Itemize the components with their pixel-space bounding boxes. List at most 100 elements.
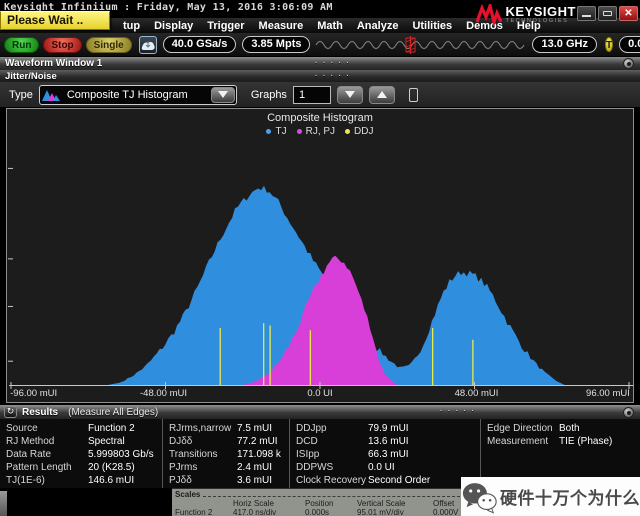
menu-item-trigger[interactable]: Trigger [200,20,251,32]
legend-dot-icon [345,129,350,134]
type-dropdown-button[interactable] [211,87,235,103]
drag-handle[interactable]: . . . . . [440,406,476,413]
result-row: PJrms2.4 mUI [169,461,289,474]
waveform-strip [314,36,526,54]
scales-value-cell: 0.000s [305,508,357,516]
result-label: Pattern Length [6,462,88,473]
result-value: 7.5 mUI [237,423,272,434]
waveform-window-title: Waveform Window 1 [5,58,102,69]
result-value: 2.4 mUI [237,462,272,473]
x-tick-label: 48.00 mUI [455,388,499,399]
trigger-marker-icon [406,36,415,54]
scales-overlay: Scales Horiz ScalePositionVertical Scale… [172,488,468,516]
scales-header-row: Horiz ScalePositionVertical ScaleOffset [175,499,465,508]
result-label: DCD [296,436,368,447]
result-value: Both [559,423,580,434]
result-value: TIE (Phase) [559,436,612,447]
results-subtitle: (Measure All Edges) [68,407,158,418]
result-label: Measurement [487,436,559,447]
result-label: Edge Direction [487,423,559,434]
scales-value-cell: Function 2 [175,508,233,516]
result-label: RJ Method [6,436,88,447]
results-column: DDJpp79.9 mUIDCD13.6 mUIISIpp66.3 mUIDDP… [290,419,481,488]
single-button[interactable]: Single [86,37,132,53]
results-collapse-button[interactable] [623,407,634,418]
legend-label: TJ [275,126,286,137]
x-axis-labels: -96.00 mUI-48.00 mUI0.0 UI48.00 mUI96.00… [7,388,633,401]
result-value: 66.3 mUI [368,449,409,460]
graphs-increment-button[interactable] [369,86,395,104]
result-label: Data Rate [6,449,88,460]
menu-item-display[interactable]: Display [147,20,200,32]
maximize-button[interactable] [598,6,617,21]
sine-wave-icon [314,36,526,54]
legend-dot-icon [266,129,271,134]
result-row: DDPWS0.0 UI [296,461,480,474]
chevron-down-icon [218,91,228,98]
histogram-thumb-icon [40,88,62,102]
result-label: DJδδ [169,436,237,447]
results-column: SourceFunction 2RJ MethodSpectralData Ra… [0,419,163,488]
x-tick-label: 0.0 UI [307,388,332,399]
type-value: Composite TJ Histogram [67,89,211,101]
waveform-window-bar[interactable]: Waveform Window 1 . . . . . [0,57,640,70]
touch-button[interactable] [139,36,157,54]
chevron-down-icon [345,91,355,98]
result-row: Transitions171.098 k [169,448,289,461]
bandwidth-field[interactable]: 13.0 GHz [532,36,596,53]
wechat-icon [461,480,498,514]
graphs-label: Graphs [251,89,287,101]
watermark-text: 硬件十万个为什么 [500,484,640,509]
menu-item-analyze[interactable]: Analyze [350,20,406,32]
close-button[interactable]: ✕ [619,6,638,21]
legend-item: TJ [266,126,286,137]
menu-item-math[interactable]: Math [310,20,350,32]
panel-toggle-icon[interactable] [409,88,418,102]
keysight-logo: KEYSIGHT TECHNOLOGIES [476,4,576,26]
run-button[interactable]: Run [4,37,39,53]
histogram-plot[interactable] [8,139,634,389]
result-row: RJrms,narrow7.5 mUI [169,422,289,435]
type-dropdown[interactable]: Composite TJ Histogram [39,85,237,105]
memory-depth-field[interactable]: 3.85 Mpts [242,36,310,53]
result-row: Clock RecoverySecond Order [296,474,480,487]
results-bar[interactable]: ↻ Results (Measure All Edges) . . . . . [0,405,640,419]
type-label: Type [9,89,33,101]
divider [203,496,465,497]
minimize-button[interactable] [577,6,596,21]
stop-button[interactable]: Stop [43,37,81,53]
trigger-level-field[interactable]: 0.0 V [619,36,640,53]
result-label: TJ(1E-6) [6,475,88,486]
result-label: ISIpp [296,449,368,460]
menu-item-measure[interactable]: Measure [252,20,311,32]
results-title: Results [22,407,58,418]
legend-item: RJ, PJ [297,126,335,137]
menu-item-tup[interactable]: tup [116,20,147,32]
drag-handle[interactable]: . . . . . [315,71,351,78]
result-row: Data Rate5.999803 Gb/s [6,448,162,461]
result-row: PJδδ3.6 mUI [169,474,289,487]
please-wait-badge: Please Wait .. [0,11,110,30]
graphs-decrement-button[interactable] [337,86,363,104]
panel-edge [0,491,7,516]
result-row: MeasurementTIE (Phase) [487,435,640,448]
graphs-count-field[interactable]: 1 [293,86,331,104]
window-collapse-button[interactable] [623,58,634,69]
legend-dot-icon [297,129,302,134]
result-row: DCD13.6 mUI [296,435,480,448]
sample-rate-field[interactable]: 40.0 GSa/s [163,36,237,53]
result-value: 13.6 mUI [368,436,409,447]
result-value: 0.0 UI [368,462,395,473]
result-value: Spectral [88,436,125,447]
results-icon: ↻ [4,406,17,418]
result-label: DDPWS [296,462,368,473]
trigger-source-badge[interactable]: T [605,37,613,52]
scales-header-cell: Vertical Scale [357,499,433,508]
result-value: 79.9 mUI [368,423,409,434]
result-value: 171.098 k [237,449,281,460]
jitter-noise-bar[interactable]: Jitter/Noise . . . . . [0,70,640,82]
scales-title: Scales [175,490,200,499]
menu-item-utilities[interactable]: Utilities [405,20,459,32]
chart-title: Composite Histogram [7,112,633,124]
drag-handle[interactable]: . . . . . [315,58,351,65]
